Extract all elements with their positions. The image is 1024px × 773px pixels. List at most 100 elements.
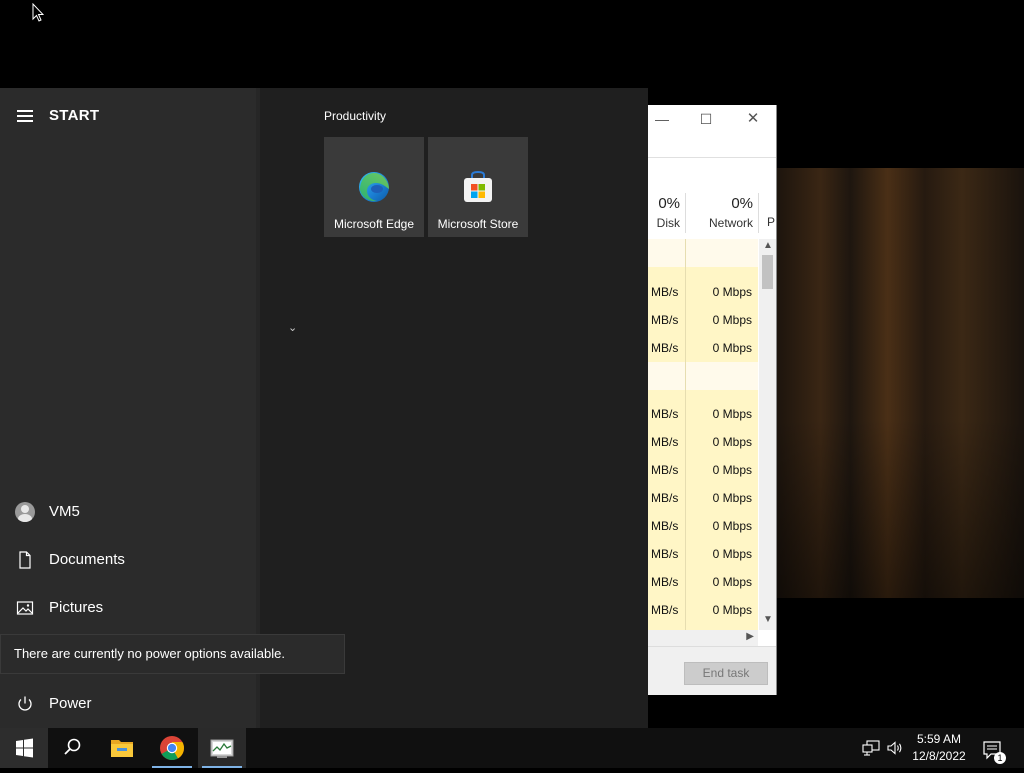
network-icon[interactable] — [862, 740, 880, 756]
task-manager-footer: End task — [648, 646, 776, 695]
taskbar-chrome[interactable] — [148, 728, 196, 768]
disk-cell: MB/s — [651, 491, 679, 505]
mouse-cursor-icon — [32, 3, 44, 22]
tile-label: Microsoft Edge — [333, 217, 415, 231]
hamburger-menu-icon[interactable] — [17, 110, 33, 122]
pictures-icon — [16, 601, 34, 615]
column-divider — [685, 239, 686, 630]
tile-microsoft-store[interactable]: Microsoft Store — [428, 137, 528, 237]
table-row[interactable]: MB/s 0 Mbps — [648, 512, 758, 540]
desktop-wallpaper — [776, 168, 1024, 598]
network-cell: 0 Mbps — [712, 547, 752, 561]
network-cell: 0 Mbps — [712, 603, 752, 617]
power-tooltip: There are currently no power options ava… — [0, 634, 345, 674]
network-percent: 0% — [731, 195, 753, 212]
network-cell: 0 Mbps — [712, 435, 752, 449]
vertical-scrollbar[interactable]: ▲ ▼ — [759, 239, 776, 630]
network-cell: 0 Mbps — [712, 313, 752, 327]
column-header-disk[interactable]: 0% Disk — [648, 195, 680, 230]
taskbar-file-explorer[interactable] — [98, 728, 146, 768]
disk-cell: MB/s — [651, 519, 679, 533]
start-menu-left-rail: START VM5 Documents Pictures Power — [0, 88, 256, 728]
scroll-up-arrow-icon[interactable]: ▲ — [763, 240, 773, 251]
pictures-label: Pictures — [49, 599, 104, 616]
store-icon — [464, 170, 492, 202]
user-account-button[interactable]: VM5 — [0, 490, 256, 534]
minimize-button[interactable]: — — [652, 109, 672, 129]
user-name: VM5 — [49, 503, 80, 520]
disk-cell: MB/s — [651, 575, 679, 589]
volume-icon[interactable] — [886, 740, 904, 756]
network-cell: 0 Mbps — [712, 491, 752, 505]
document-icon — [19, 551, 31, 569]
table-row[interactable]: MB/s 0 Mbps — [648, 306, 758, 334]
tile-label: Microsoft Store — [437, 217, 519, 231]
disk-label: Disk — [656, 216, 680, 230]
process-table: MB/s 0 Mbps MB/s 0 Mbps MB/s 0 Mbps MB/s 0 M… — [648, 239, 758, 630]
clock-date[interactable]: 12/8/2022 — [906, 749, 972, 763]
table-row[interactable]: MB/s 0 Mbps — [648, 278, 758, 306]
task-manager-icon — [210, 739, 234, 758]
search-icon — [64, 738, 81, 755]
start-menu-divider — [256, 88, 260, 728]
network-cell: 0 Mbps — [712, 407, 752, 421]
power-icon — [18, 696, 32, 711]
documents-label: Documents — [49, 551, 125, 568]
start-menu: START VM5 Documents Pictures Power Produ… — [0, 88, 648, 728]
column-header-network[interactable]: 0% Network — [688, 195, 753, 230]
table-row[interactable]: MB/s 0 Mbps — [648, 568, 758, 596]
disk-cell: MB/s — [651, 285, 679, 299]
table-row[interactable]: MB/s 0 Mbps — [648, 540, 758, 568]
documents-button[interactable]: Documents — [0, 538, 256, 582]
network-cell: 0 Mbps — [712, 463, 752, 477]
tile-microsoft-edge[interactable]: Microsoft Edge — [324, 137, 424, 237]
task-manager-titlebar[interactable]: — ☐ ✕ — [648, 105, 776, 133]
clock-time[interactable]: 5:59 AM — [906, 732, 972, 746]
table-row[interactable]: MB/s 0 Mbps — [648, 456, 758, 484]
column-header-power-partial[interactable]: P — [767, 215, 775, 229]
tile-group-title[interactable]: Productivity — [324, 109, 386, 123]
power-button[interactable]: Power — [0, 682, 256, 726]
end-task-button[interactable]: End task — [684, 662, 768, 685]
taskbar-task-manager[interactable] — [198, 728, 246, 768]
file-explorer-icon — [111, 740, 133, 757]
network-cell: 0 Mbps — [712, 285, 752, 299]
scrollbar-thumb[interactable] — [762, 255, 773, 289]
table-row[interactable] — [648, 362, 758, 390]
notification-count-badge: 1 — [994, 752, 1006, 764]
windows-start-icon — [16, 738, 33, 758]
power-label: Power — [49, 695, 92, 712]
scroll-right-arrow-icon[interactable]: ▶ — [746, 631, 754, 642]
table-row[interactable]: MB/s 0 Mbps — [648, 428, 758, 456]
table-row[interactable]: MB/s 0 Mbps — [648, 334, 758, 362]
task-manager-window[interactable]: — ☐ ✕ 0% Disk 0% Network P MB/s 0 Mbps MB… — [648, 105, 777, 695]
column-headers: 0% Disk 0% Network P — [648, 157, 776, 237]
table-row[interactable]: MB/s 0 Mbps — [648, 596, 758, 624]
task-manager-menubar — [648, 133, 776, 158]
network-label: Network — [708, 216, 753, 230]
disk-cell: MB/s — [651, 341, 679, 355]
column-separator — [685, 193, 686, 233]
maximize-button[interactable]: ☐ — [696, 109, 716, 129]
disk-percent: 0% — [658, 195, 680, 212]
chrome-icon — [160, 736, 185, 761]
start-button[interactable] — [0, 728, 48, 768]
edge-icon — [359, 172, 389, 202]
chevron-down-icon[interactable]: ⌄ — [288, 321, 297, 334]
disk-cell: MB/s — [651, 603, 679, 617]
search-button[interactable] — [48, 728, 96, 768]
column-separator — [758, 193, 759, 233]
horizontal-scrollbar[interactable]: ▶ — [648, 630, 758, 646]
table-row[interactable]: MB/s 0 Mbps — [648, 400, 758, 428]
network-cell: 0 Mbps — [712, 341, 752, 355]
disk-cell: MB/s — [651, 407, 679, 421]
table-row[interactable] — [648, 239, 758, 267]
disk-cell: MB/s — [651, 463, 679, 477]
disk-cell: MB/s — [651, 547, 679, 561]
close-button[interactable]: ✕ — [743, 109, 763, 129]
scroll-down-arrow-icon[interactable]: ▼ — [763, 614, 773, 625]
user-avatar-icon — [15, 502, 35, 522]
disk-cell: MB/s — [651, 313, 679, 327]
table-row[interactable]: MB/s 0 Mbps — [648, 484, 758, 512]
pictures-button[interactable]: Pictures — [0, 586, 256, 630]
